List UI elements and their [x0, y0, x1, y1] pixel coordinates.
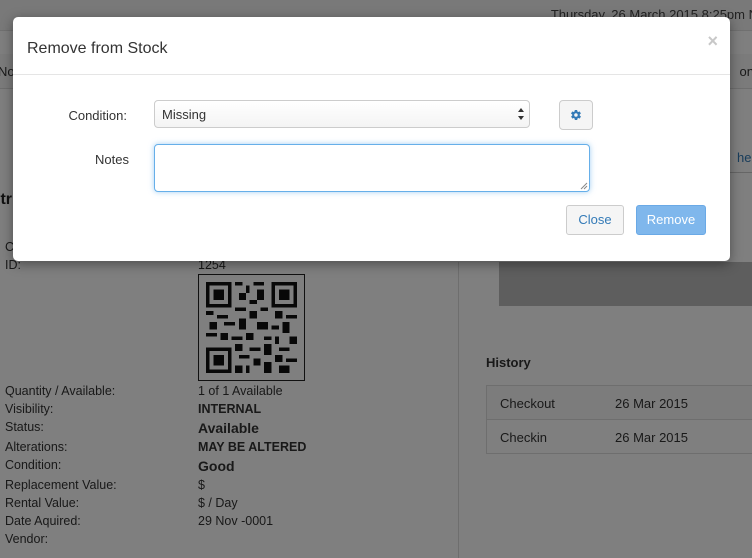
gear-icon — [571, 109, 581, 121]
select-arrows-icon — [518, 108, 524, 120]
modal-header: Remove from Stock × — [13, 17, 730, 75]
modal-title: Remove from Stock — [27, 40, 168, 57]
notes-textarea[interactable] — [154, 144, 590, 192]
close-icon[interactable]: × — [707, 32, 718, 50]
remove-button[interactable]: Remove — [636, 205, 706, 235]
notes-label: Notes — [95, 152, 129, 167]
close-button[interactable]: Close — [566, 205, 624, 235]
condition-selected-value: Missing — [162, 107, 207, 122]
remove-from-stock-dialog: Remove from Stock × Condition: Missing N… — [13, 17, 730, 261]
condition-select[interactable]: Missing — [154, 100, 530, 128]
condition-settings-button[interactable] — [559, 100, 593, 130]
resize-grip-icon[interactable] — [580, 182, 588, 190]
condition-label: Condition: — [68, 108, 127, 123]
